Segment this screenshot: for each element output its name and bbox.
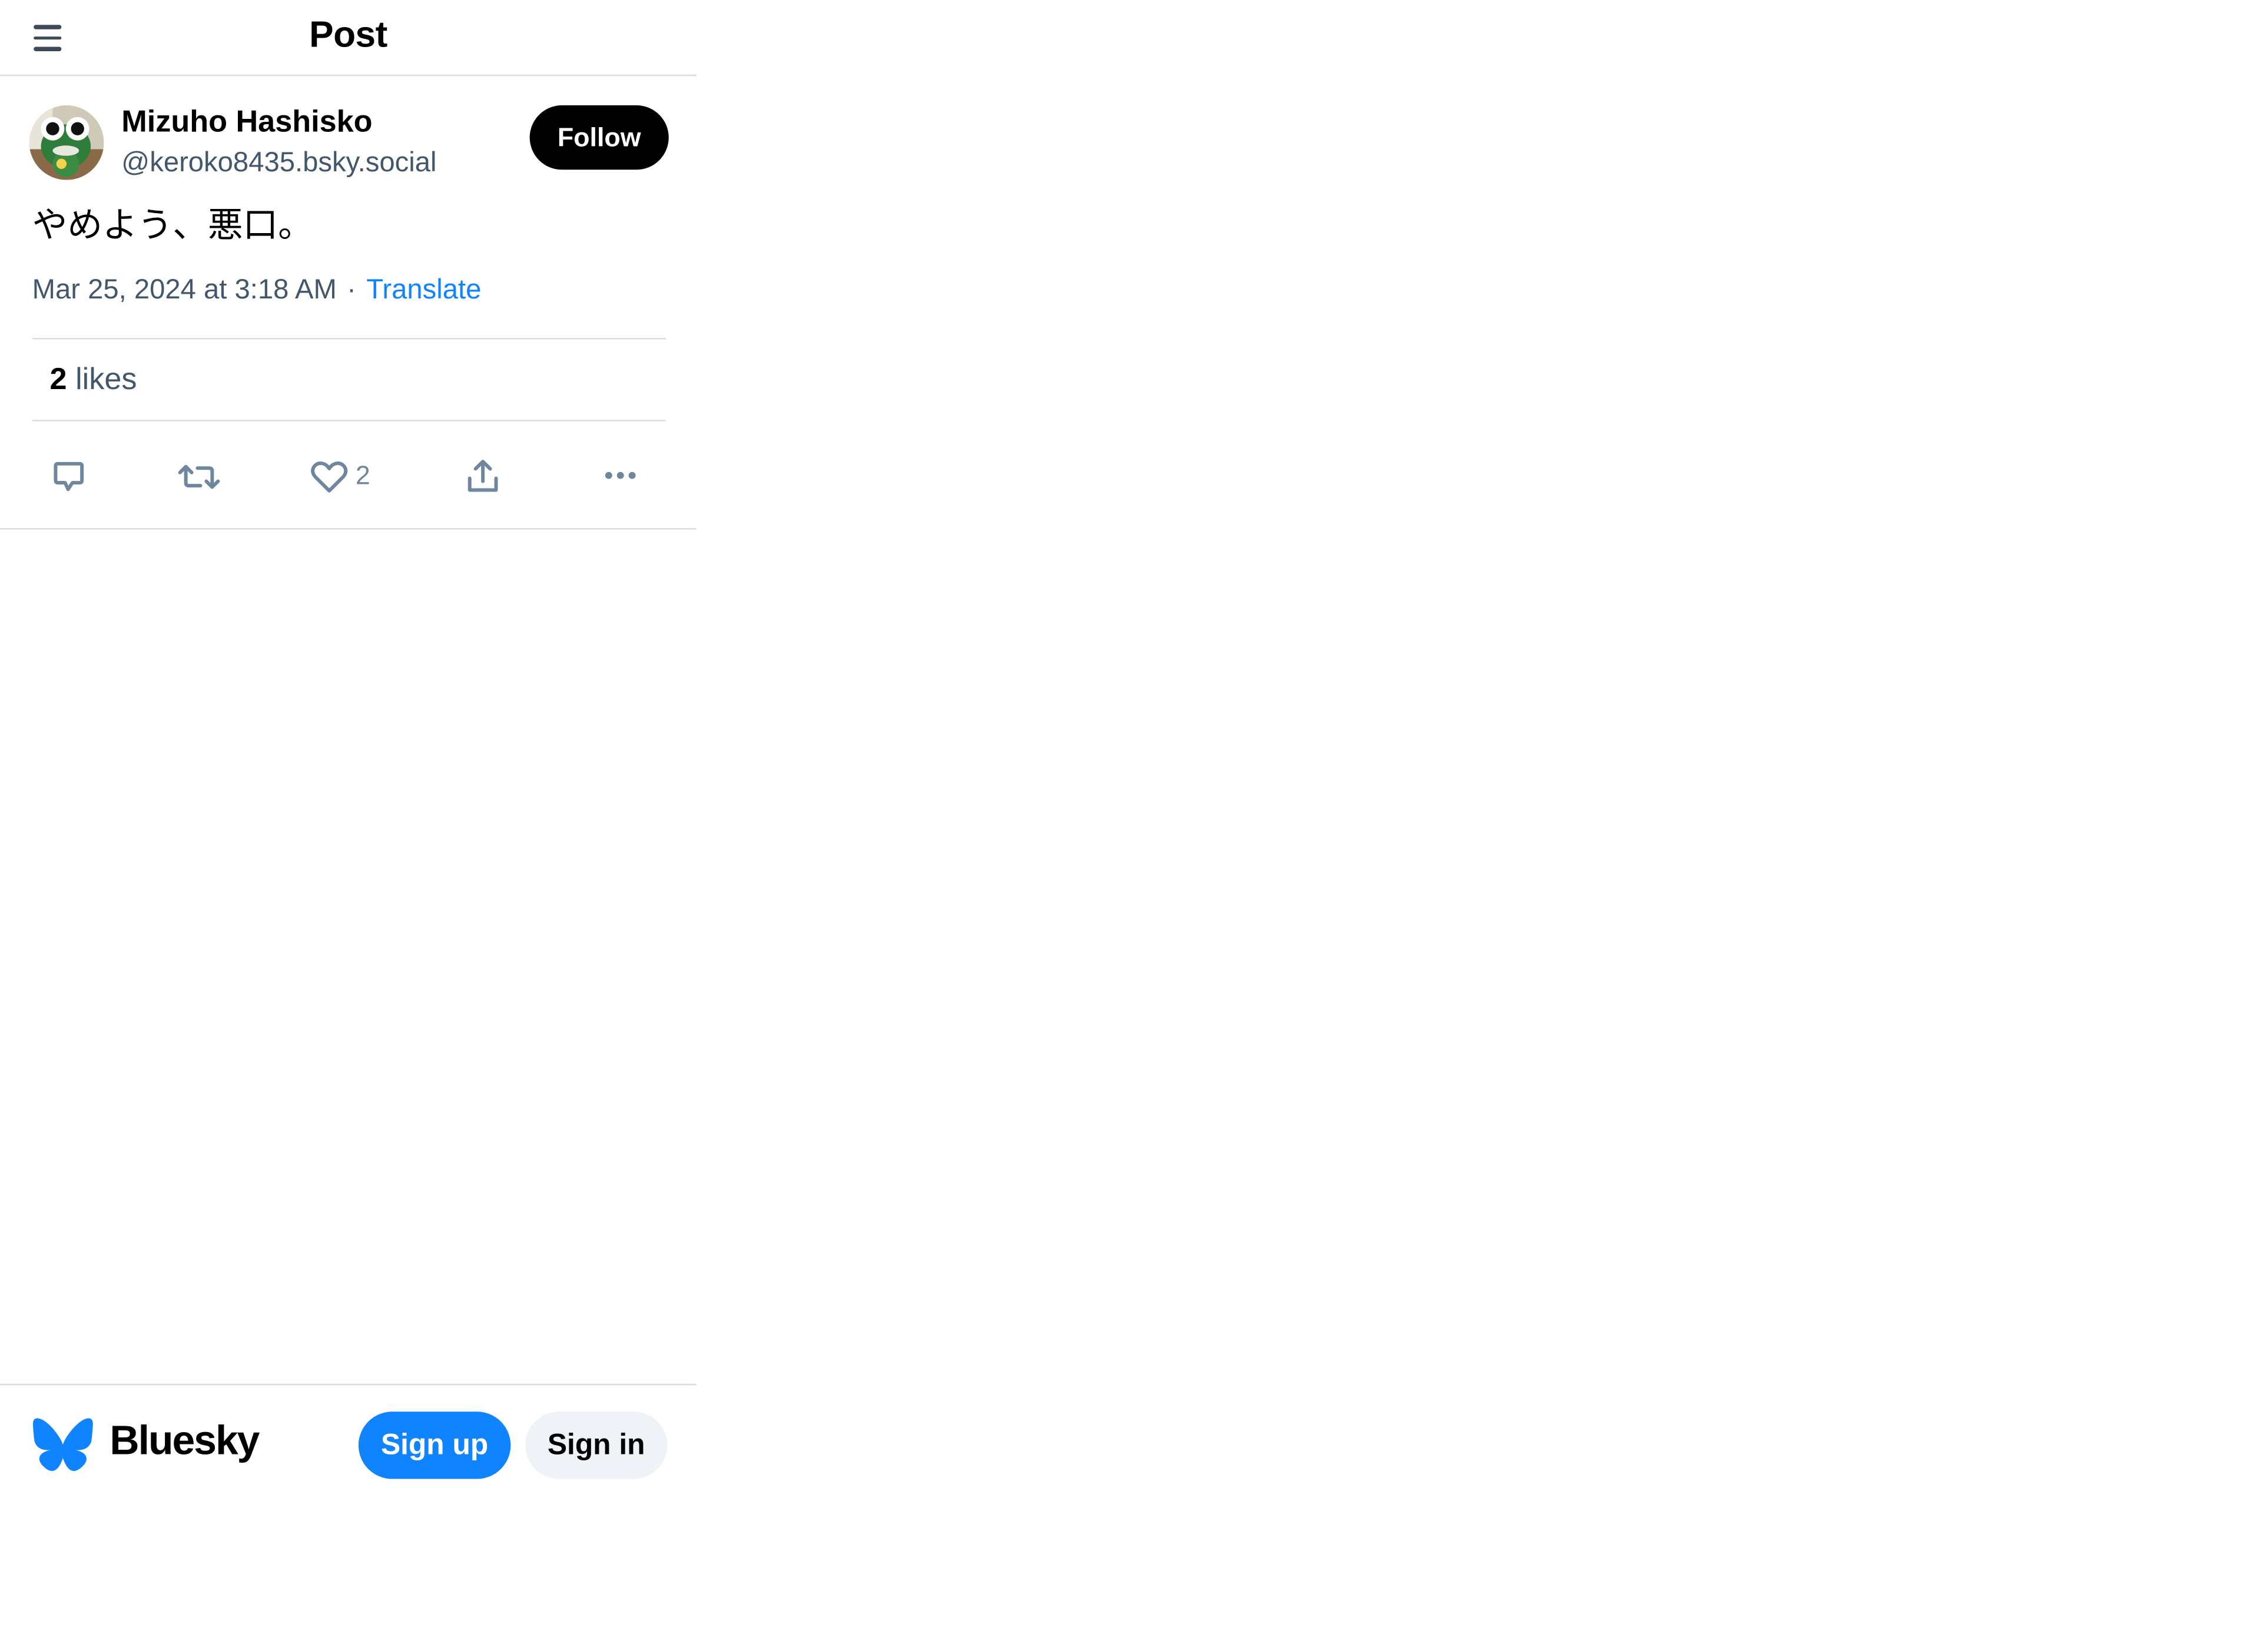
post-timestamp[interactable]: Mar 25, 2024 at 3:18 AM	[32, 275, 337, 305]
reply-icon	[54, 461, 84, 491]
like-count: 2	[355, 460, 370, 490]
sign-in-button[interactable]: Sign in	[525, 1411, 668, 1479]
heart-icon	[311, 461, 348, 493]
share-icon	[467, 460, 498, 492]
likes-count: 2	[49, 363, 67, 397]
repost-icon	[178, 464, 220, 489]
reply-button[interactable]	[48, 456, 89, 497]
follow-button[interactable]: Follow	[529, 105, 669, 170]
bottom-bar: Bluesky Sign up Sign in	[0, 1383, 697, 1517]
header: Post	[0, 0, 697, 77]
repost-button[interactable]	[175, 456, 223, 497]
divider	[32, 420, 666, 421]
meta-separator: ·	[347, 275, 356, 306]
post-text: やめよう、悪口。	[32, 206, 313, 246]
likes-summary[interactable]: 2 likes	[49, 363, 137, 398]
like-button[interactable]	[307, 456, 352, 497]
frog-avatar-icon	[29, 105, 104, 180]
more-options-icon	[605, 471, 636, 479]
translate-link[interactable]: Translate	[366, 275, 481, 305]
more-options-button[interactable]	[600, 456, 641, 497]
post-thread-item: Mizuho Hashisko @keroko8435.bsky.social …	[0, 76, 697, 530]
butterfly-icon[interactable]	[32, 1417, 94, 1473]
brand-name: Bluesky	[110, 1417, 260, 1463]
likes-label: likes	[75, 363, 137, 397]
page-title: Post	[309, 14, 387, 56]
avatar[interactable]	[29, 105, 104, 180]
share-button[interactable]	[462, 456, 503, 497]
sign-up-button[interactable]: Sign up	[358, 1411, 511, 1479]
main-column: Post Mizuho Hashisko @keroko8435.bsky.so…	[0, 0, 697, 1644]
page: Post Mizuho Hashisko @keroko8435.bsky.so…	[0, 0, 2268, 1644]
post-meta: Mar 25, 2024 at 3:18 AM · Translate	[32, 275, 482, 307]
divider	[32, 338, 666, 340]
author-display-name[interactable]: Mizuho Hashisko	[121, 105, 372, 141]
author-handle[interactable]: @keroko8435.bsky.social	[121, 148, 436, 180]
